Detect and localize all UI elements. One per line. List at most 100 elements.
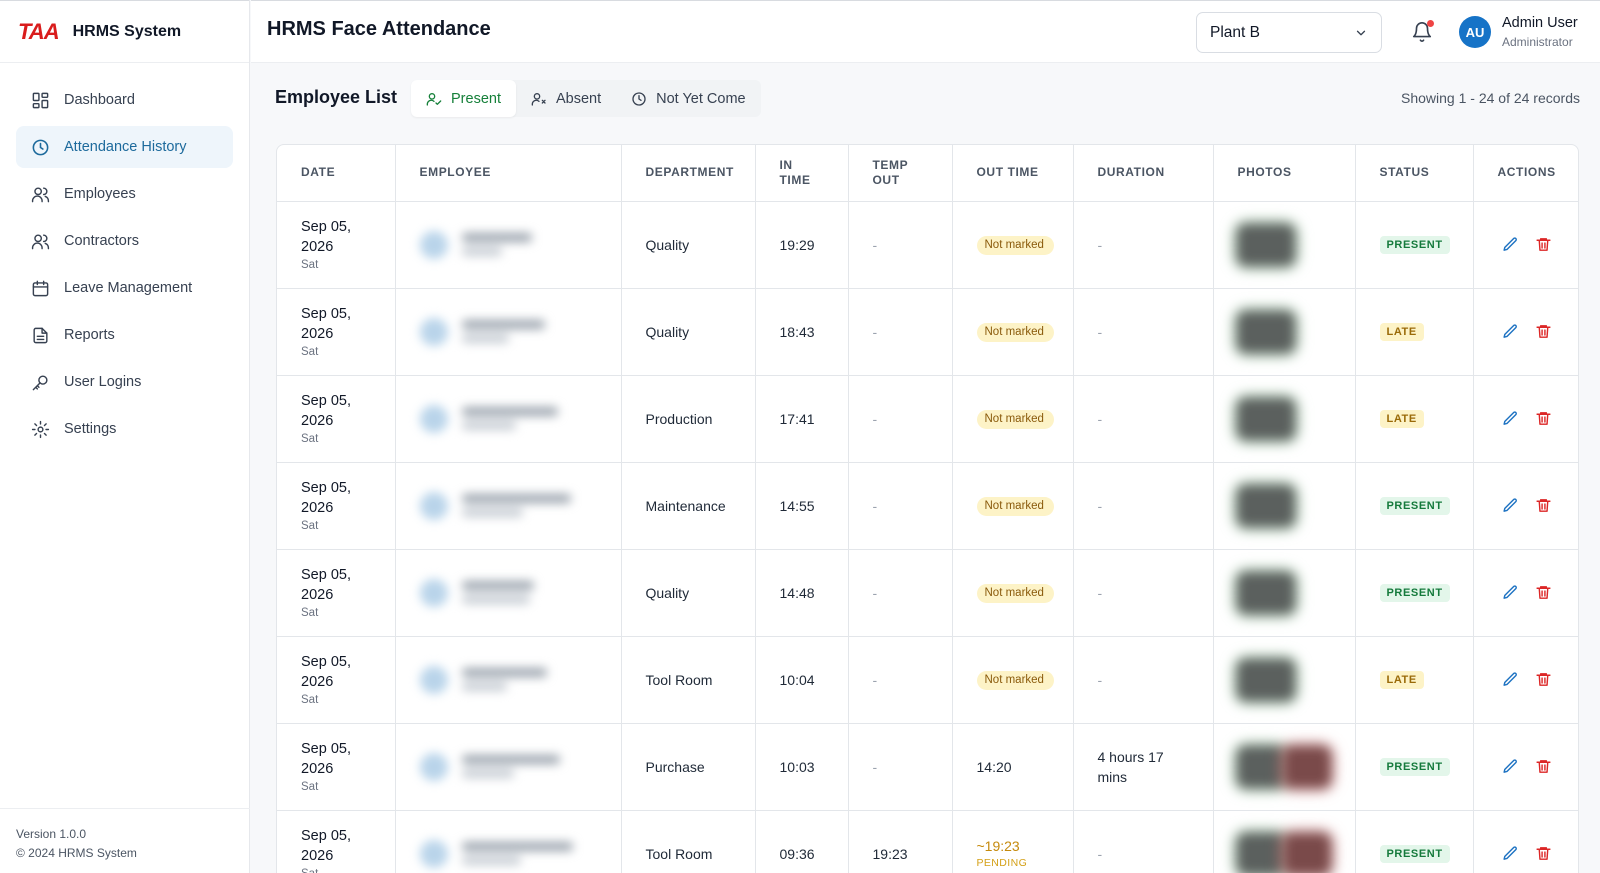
attendance-photos[interactable] (1235, 831, 1355, 873)
photo-thumbnail[interactable] (1235, 831, 1286, 873)
photo-thumbnail[interactable] (1235, 396, 1296, 441)
in-time: 10:04 (779, 671, 815, 688)
employee-cell[interactable] (395, 288, 622, 376)
in-time: 09:36 (779, 845, 815, 862)
sidebar-item-label: User Logins (64, 374, 142, 390)
pencil-icon[interactable] (1502, 758, 1519, 775)
sidebar-footer: Version 1.0.0 © 2024 HRMS System (0, 808, 250, 873)
status-cell: PRESENT (1355, 201, 1474, 289)
temp-out-time: - (872, 410, 878, 427)
employee-cell[interactable] (395, 723, 622, 811)
tab-present[interactable]: Present (411, 80, 516, 117)
sidebar-item-leave-management[interactable]: Leave Management (16, 267, 233, 309)
in-time-cell: 14:48 (755, 549, 849, 637)
temp-out-time: - (872, 236, 878, 253)
employee-cell[interactable] (395, 462, 622, 550)
photo-thumbnail[interactable] (1235, 309, 1296, 354)
attendance-photos[interactable] (1235, 744, 1355, 789)
trash-icon[interactable] (1535, 758, 1552, 775)
status-cell: LATE (1355, 375, 1474, 463)
brand-name: HRMS System (72, 22, 182, 40)
photo-thumbnail[interactable] (1235, 570, 1296, 615)
table-row[interactable]: Sep 05, 2026 Sat Quality 19:29 - Not marked - P… (277, 201, 1578, 289)
weekday-text: Sat (301, 694, 319, 706)
table-header-row: DATE EMPLOYEE DEPARTMENT IN TIME TEMP OUT OUT… (277, 145, 1578, 202)
trash-icon[interactable] (1535, 845, 1552, 862)
avatar[interactable]: AU (1459, 16, 1491, 48)
table-row[interactable]: Sep 05, 2026 Sat Quality 14:48 - Not marked - P… (277, 549, 1578, 637)
pencil-icon[interactable] (1502, 671, 1519, 688)
table-row[interactable]: Sep 05, 2026 Sat Tool Room 10:04 - Not marked… (277, 636, 1578, 724)
trash-icon[interactable] (1535, 584, 1552, 601)
pencil-icon[interactable] (1502, 410, 1519, 427)
employee-cell[interactable] (395, 636, 622, 724)
photo-thumbnail[interactable] (1235, 483, 1296, 528)
photo-thumbnail[interactable] (1281, 831, 1332, 873)
sidebar-item-dashboard[interactable]: Dashboard (16, 79, 233, 121)
sidebar-item-user-logins[interactable]: User Logins (16, 361, 233, 403)
plant-select[interactable]: Plant B (1196, 12, 1382, 53)
sidebar-item-employees[interactable]: Employees (16, 173, 233, 215)
sidebar-item-reports[interactable]: Reports (16, 314, 233, 356)
actions-cell (1473, 723, 1578, 811)
sidebar-item-contractors[interactable]: Contractors (16, 220, 233, 262)
column-header: STATUS (1355, 145, 1474, 202)
trash-icon[interactable] (1535, 236, 1552, 253)
photos-cell (1213, 201, 1356, 289)
tab-not-yet-come[interactable]: Not Yet Come (616, 80, 760, 117)
table-row[interactable]: Sep 05, 2026 Sat Production 17:41 - Not marke… (277, 375, 1578, 463)
status-cell: LATE (1355, 636, 1474, 724)
table-row[interactable]: Sep 05, 2026 Sat Purchase 10:03 - 14:20 4 hour… (277, 723, 1578, 811)
sidebar-item-settings[interactable]: Settings (16, 408, 233, 450)
duration-text: - (1097, 845, 1103, 862)
trash-icon[interactable] (1535, 410, 1552, 427)
trash-icon[interactable] (1535, 323, 1552, 340)
duration-text: - (1097, 497, 1103, 514)
out-time-badge: Not marked (976, 583, 1054, 603)
employee-info-redacted (419, 489, 621, 522)
photo-thumbnail[interactable] (1235, 222, 1296, 267)
sidebar-item-attendance-history[interactable]: Attendance History (16, 126, 233, 168)
photos-cell (1213, 810, 1356, 873)
table-row[interactable]: Sep 05, 2026 Sat Quality 18:43 - Not marked - L… (277, 288, 1578, 376)
in-time: 10:03 (779, 758, 815, 775)
pencil-icon[interactable] (1502, 584, 1519, 601)
temp-out-cell: - (848, 723, 953, 811)
actions-cell (1473, 810, 1578, 873)
in-time: 14:48 (779, 584, 815, 601)
table-row[interactable]: Sep 05, 2026 Sat Tool Room 09:36 19:23 ~19:23… (277, 810, 1578, 873)
photo-thumbnail[interactable] (1235, 657, 1296, 702)
pencil-icon[interactable] (1502, 497, 1519, 514)
sidebar-item-label: Leave Management (64, 280, 193, 296)
trash-icon[interactable] (1535, 497, 1552, 514)
photos-cell (1213, 375, 1356, 463)
employee-avatar (419, 317, 448, 346)
sidebar: TAA HRMS System Dashboard Attendance Hist… (0, 0, 250, 873)
pencil-icon[interactable] (1502, 236, 1519, 253)
trash-icon[interactable] (1535, 671, 1552, 688)
temp-out-cell: - (848, 375, 953, 463)
out-time-badge: Not marked (976, 670, 1054, 690)
tab-absent[interactable]: Absent (516, 80, 616, 117)
in-time: 18:43 (779, 323, 815, 340)
actions-cell (1473, 201, 1578, 289)
employee-avatar (419, 839, 448, 868)
sidebar-item-label: Reports (64, 327, 115, 343)
temp-out-cell: - (848, 462, 953, 550)
employee-cell[interactable] (395, 810, 622, 873)
employee-cell[interactable] (395, 549, 622, 637)
weekday-text: Sat (301, 868, 395, 873)
photo-thumbnail[interactable] (1281, 744, 1332, 789)
pencil-icon[interactable] (1502, 845, 1519, 862)
employee-cell[interactable] (395, 375, 622, 463)
employee-info-redacted (419, 315, 621, 348)
pencil-icon[interactable] (1502, 323, 1519, 340)
photo-thumbnail[interactable] (1235, 744, 1286, 789)
status-badge: PRESENT (1379, 584, 1450, 602)
employee-cell[interactable] (395, 201, 622, 289)
table-row[interactable]: Sep 05, 2026 Sat Maintenance 14:55 - Not mark… (277, 462, 1578, 550)
duration-text: - (1097, 410, 1103, 427)
weekday-text: Sat (301, 781, 319, 793)
version-text: Version 1.0.0 (16, 827, 87, 841)
copyright-text: © 2024 HRMS System (16, 846, 137, 860)
